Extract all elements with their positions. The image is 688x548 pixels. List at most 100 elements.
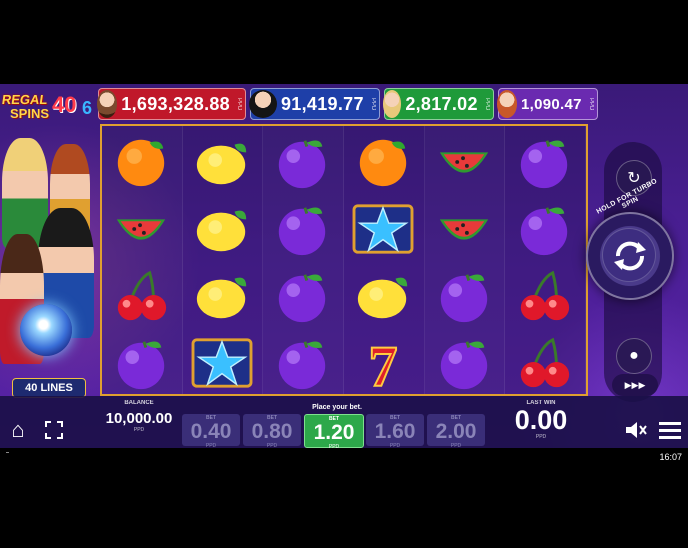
lemon-symbol bbox=[196, 277, 246, 319]
autoplay-icon: ↻ bbox=[627, 170, 641, 187]
watermelon-symbol bbox=[439, 219, 488, 240]
lemon-symbol bbox=[196, 143, 246, 185]
logo-word-2: SPINS bbox=[10, 106, 50, 121]
reel-cell bbox=[267, 331, 337, 395]
last-win-value: 0.00 bbox=[514, 405, 568, 435]
crystal-orb bbox=[20, 304, 72, 356]
reel-cell bbox=[106, 197, 176, 261]
reel-2 bbox=[183, 126, 264, 394]
reel-cell bbox=[106, 331, 176, 395]
menu-button[interactable] bbox=[656, 416, 684, 444]
bet-value: 0.80 bbox=[251, 420, 293, 443]
reel-1 bbox=[102, 126, 183, 394]
jackpot-value: 91,419.77 bbox=[281, 93, 364, 114]
reel-cell: 7 bbox=[348, 331, 418, 395]
reel-cell bbox=[429, 130, 499, 194]
home-button[interactable]: ⌂ bbox=[4, 416, 32, 444]
cherry-symbol bbox=[521, 337, 570, 388]
menu-icon bbox=[659, 422, 681, 439]
bet-option[interactable]: BET 0.40 PPD bbox=[182, 414, 240, 448]
bet-value: 1.20 bbox=[313, 421, 355, 444]
jackpot-value: 2,817.02 bbox=[405, 93, 478, 114]
plum-symbol bbox=[440, 341, 487, 390]
spin-icon bbox=[614, 241, 646, 271]
watermelon-symbol bbox=[116, 219, 166, 240]
reel-cell bbox=[187, 197, 257, 261]
reel-cell bbox=[348, 264, 418, 328]
bet-currency: PPD bbox=[328, 444, 340, 448]
last-win-display: LAST WIN 0.00 PPD bbox=[504, 400, 578, 440]
logo-number-2: 6 bbox=[82, 98, 93, 118]
jackpot-currency: PPD bbox=[369, 97, 376, 111]
bottom-bar: ⌂ BALANCE 10,000.00 PPD Place your bet. … bbox=[0, 396, 688, 448]
last-win-label: LAST WIN bbox=[526, 400, 556, 406]
game-area: REGAL SPINS 40 6 1,693,328.88 PPD 91,419… bbox=[0, 84, 688, 448]
sound-muted-icon bbox=[626, 422, 647, 438]
plum-symbol bbox=[279, 274, 326, 323]
bet-value: 0.40 bbox=[190, 420, 232, 443]
plum-symbol bbox=[279, 207, 326, 256]
bet-currency: PPD bbox=[389, 443, 401, 448]
bet-currency: PPD bbox=[450, 443, 462, 448]
bet-option[interactable]: BET 2.00 PPD bbox=[427, 414, 485, 448]
reel-cell bbox=[106, 130, 176, 194]
reel-cell bbox=[509, 264, 579, 328]
reel-cell bbox=[429, 331, 499, 395]
reel-cell bbox=[187, 130, 257, 194]
cherry-symbol bbox=[117, 270, 167, 321]
fullscreen-button[interactable] bbox=[40, 416, 68, 444]
lemon-symbol bbox=[357, 277, 408, 319]
jackpot-1: 1,693,328.88 PPD bbox=[97, 88, 246, 120]
plum-symbol bbox=[279, 341, 326, 390]
reel-3 bbox=[263, 126, 345, 395]
reel-cell bbox=[348, 130, 418, 194]
bet-option[interactable]: BET 1.20 PPD bbox=[304, 414, 364, 448]
logo-number: 40 bbox=[52, 92, 77, 117]
last-win-currency: PPD bbox=[535, 434, 547, 440]
jackpot-currency: PPD bbox=[236, 97, 242, 111]
jackpot-3: 2,817.02 PPD bbox=[382, 88, 494, 120]
reel-cell bbox=[187, 331, 257, 395]
home-icon: ⌂ bbox=[11, 417, 25, 442]
reel-cell bbox=[509, 130, 579, 194]
jackpot-portrait bbox=[97, 90, 118, 118]
plum-symbol bbox=[440, 274, 487, 323]
fast-forward-icon: ▶▶▶ bbox=[624, 379, 646, 390]
jackpot-currency: PPD bbox=[587, 97, 594, 111]
orange-symbol bbox=[117, 139, 165, 187]
jackpot-4: 1,090.47 PPD bbox=[496, 88, 598, 120]
bet-option[interactable]: BET 1.60 PPD bbox=[366, 414, 424, 448]
jackpot-portrait bbox=[249, 90, 277, 118]
balance-label: BALANCE bbox=[124, 400, 154, 406]
fullscreen-icon bbox=[45, 421, 63, 439]
balance-currency: PPD bbox=[133, 427, 145, 433]
spin-button[interactable] bbox=[586, 212, 674, 300]
jackpot-portrait bbox=[382, 90, 402, 118]
jackpot-2: 91,419.77 PPD bbox=[249, 88, 380, 120]
lemon-symbol bbox=[196, 210, 246, 252]
balance-display: BALANCE 10,000.00 PPD bbox=[100, 400, 178, 433]
reel-cell bbox=[429, 197, 499, 261]
bet-currency: PPD bbox=[266, 443, 278, 448]
jackpot-value: 1,693,328.88 bbox=[121, 93, 230, 114]
reel-cell bbox=[106, 264, 176, 328]
orange-symbol bbox=[359, 139, 407, 187]
fast-forward-button[interactable]: ▶▶▶ bbox=[612, 374, 658, 396]
reel-5 bbox=[425, 126, 506, 394]
sound-button[interactable] bbox=[622, 416, 650, 444]
watermelon-symbol bbox=[439, 152, 488, 173]
svg-text:7: 7 bbox=[369, 334, 398, 392]
lines-badge: 40 LINES bbox=[12, 378, 86, 398]
jackpot-currency: PPD bbox=[483, 97, 490, 111]
stake-button[interactable]: ● bbox=[616, 338, 652, 374]
bet-option[interactable]: BET 0.80 PPD bbox=[243, 414, 301, 448]
plum-symbol bbox=[279, 140, 326, 189]
bet-value: 1.60 bbox=[374, 420, 416, 443]
reel-cell bbox=[267, 264, 337, 328]
bet-currency: PPD bbox=[205, 443, 217, 448]
balance-value: 10,000.00 bbox=[105, 410, 173, 427]
status-dash bbox=[6, 452, 9, 453]
game-logo: REGAL SPINS 40 6 bbox=[1, 88, 98, 124]
plum-symbol bbox=[521, 140, 568, 189]
star-symbol bbox=[191, 338, 253, 388]
